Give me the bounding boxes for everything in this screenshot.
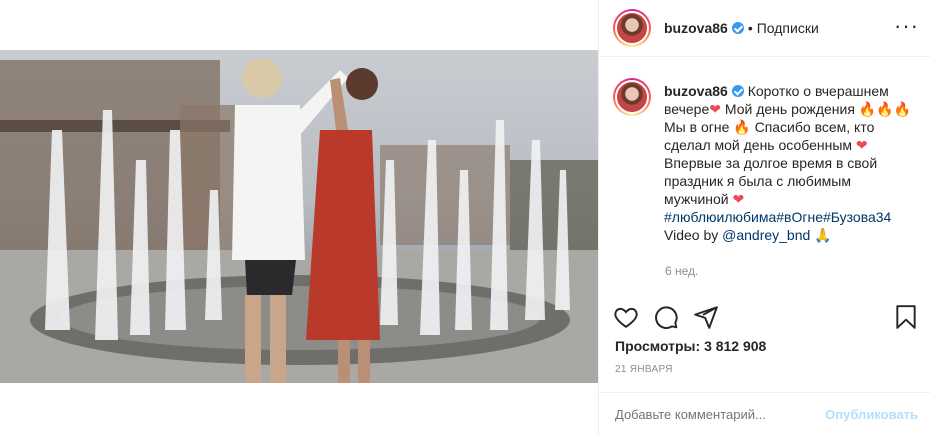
- views-value: 3 812 908: [704, 338, 767, 354]
- more-icon[interactable]: ···: [894, 15, 919, 37]
- comment-icon[interactable]: [653, 304, 679, 330]
- publish-button[interactable]: Опубликовать: [825, 407, 918, 422]
- avatar[interactable]: [613, 9, 651, 47]
- heart-emoji: ❤: [732, 191, 745, 207]
- avatar-image: [615, 80, 649, 114]
- heart-icon[interactable]: [613, 304, 639, 330]
- bookmark-icon[interactable]: [893, 304, 919, 330]
- verified-icon: [731, 85, 744, 97]
- caption-avatar[interactable]: [613, 78, 651, 116]
- verified-icon: [731, 22, 744, 34]
- post-date[interactable]: 21 ЯНВАРЯ: [615, 364, 673, 375]
- caption-line-3: Мы в огне: [664, 119, 730, 135]
- video-by-label: Video by: [664, 227, 719, 243]
- heart-emoji: ❤: [855, 137, 868, 153]
- caption-username[interactable]: buzova86: [664, 83, 728, 99]
- hashtags-link[interactable]: #люблюилюбима#вОгне#Бузова34: [664, 208, 914, 226]
- caption-text: buzova86 Коротко о вчерашнем вечере❤ Мой…: [664, 82, 914, 244]
- pray-emoji: 🙏: [814, 227, 832, 243]
- caption-line-2: Мой день рождения: [724, 101, 855, 117]
- avatar-image: [615, 11, 649, 45]
- views-count: Просмотры: 3 812 908: [615, 338, 766, 354]
- separator-dot: •: [747, 20, 753, 36]
- post-header: buzova86 • Подписки ···: [599, 0, 930, 57]
- following-button[interactable]: Подписки: [757, 20, 819, 36]
- fire-emoji: 🔥: [893, 101, 912, 117]
- action-bar: [613, 304, 919, 330]
- comment-timestamp[interactable]: 6 нед.: [665, 264, 698, 278]
- video-frame-illustration: [0, 58, 598, 383]
- views-label: Просмотры:: [615, 338, 701, 354]
- caption-comment: buzova86 Коротко о вчерашнем вечере❤ Мой…: [613, 78, 923, 244]
- mention-link[interactable]: @andrey_bnd: [722, 227, 810, 243]
- heart-emoji: ❤: [709, 101, 721, 117]
- username-link[interactable]: buzova86: [664, 20, 728, 36]
- post-media: [0, 0, 598, 435]
- share-icon[interactable]: [693, 304, 719, 330]
- fire-emoji: 🔥: [733, 119, 751, 135]
- fire-emoji: 🔥: [876, 101, 894, 117]
- comment-form: Опубликовать: [599, 392, 930, 435]
- video-player[interactable]: [0, 50, 598, 383]
- caption-line-5: Впервые за долгое время в свой праздник …: [664, 155, 878, 207]
- comment-input[interactable]: [615, 407, 805, 422]
- fire-emoji: 🔥: [858, 101, 877, 117]
- post-sidebar: buzova86 • Подписки ··· buzova86 Коротко…: [598, 0, 930, 435]
